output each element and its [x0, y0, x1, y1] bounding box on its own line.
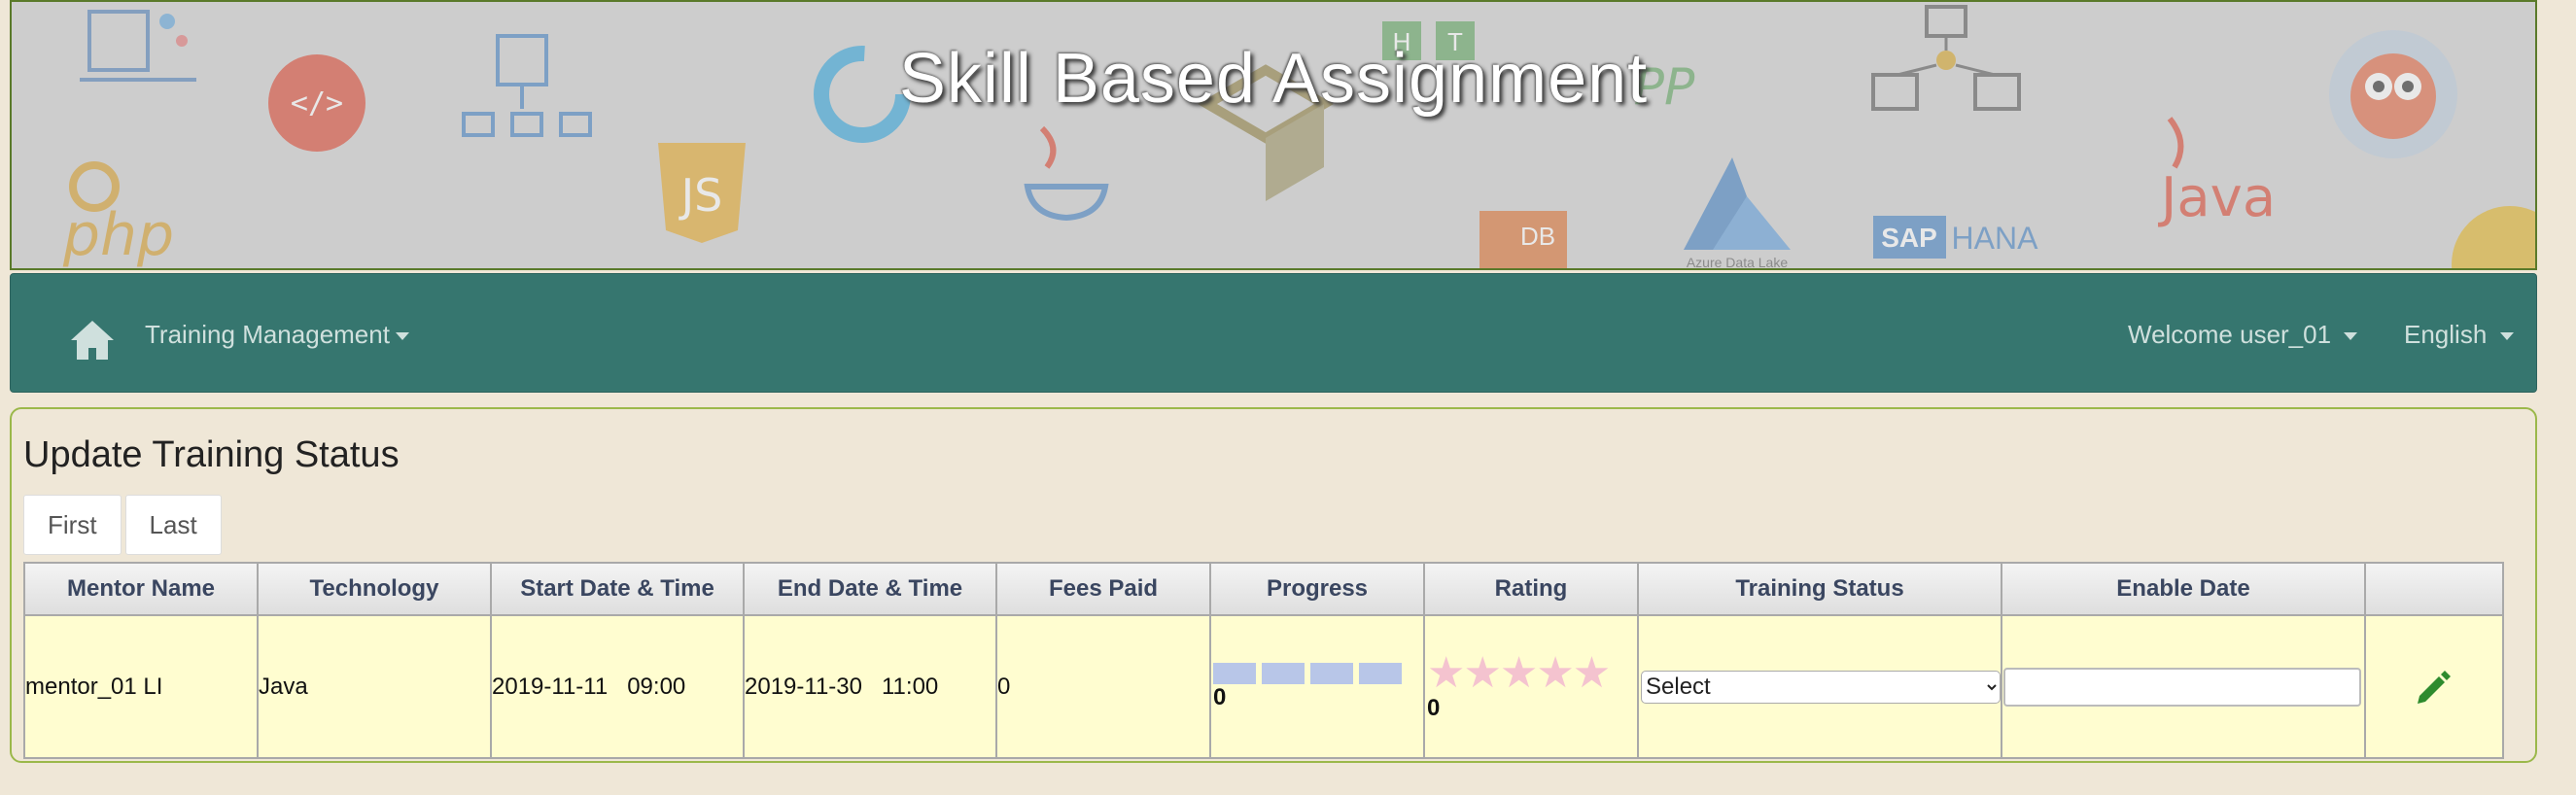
enable-date-input[interactable] — [2003, 667, 2361, 707]
last-page-button[interactable]: Last — [124, 495, 222, 555]
svg-text:SAP: SAP — [1881, 223, 1937, 253]
pagination: First Last — [23, 495, 226, 555]
chevron-down-icon — [2344, 332, 2358, 341]
progress-bar — [1213, 662, 1421, 684]
header-mentor-name: Mentor Name — [23, 562, 259, 616]
php-gear-icon: php — [62, 161, 174, 269]
progress-segment — [1359, 662, 1402, 684]
training-management-label: Training Management — [145, 320, 390, 349]
java-cup-icon — [1024, 125, 1109, 222]
training-status-select[interactable]: Select — [1641, 670, 2001, 704]
cell-fees-paid: 0 — [995, 614, 1211, 759]
update-training-panel: Update Training Status First Last Mentor… — [10, 407, 2537, 763]
cell-rating: ★★★★★ 0 — [1423, 614, 1639, 759]
progress-segment — [1262, 662, 1305, 684]
java-logo-icon: Java — [2158, 117, 2276, 229]
page-title: Update Training Status — [23, 434, 400, 475]
first-page-button[interactable]: First — [23, 495, 122, 555]
header-banner: </> php JS HT PP DB Azure Data Lake SAP … — [10, 0, 2537, 270]
header-fees-paid: Fees Paid — [995, 562, 1211, 616]
svg-text:HANA: HANA — [1952, 221, 2039, 256]
chart-logo-icon — [2452, 206, 2535, 268]
header-actions — [2364, 562, 2504, 616]
cell-training-status: Select — [1637, 614, 2002, 759]
header-end-date: End Date & Time — [743, 562, 997, 616]
svg-text:Azure Data Lake: Azure Data Lake — [1687, 255, 1788, 269]
header-enable-date: Enable Date — [2001, 562, 2366, 616]
database-icon: DB — [1479, 211, 1567, 268]
cell-actions — [2364, 614, 2504, 759]
rating-value: 0 — [1427, 694, 1441, 721]
svg-text:Java: Java — [2158, 166, 2276, 229]
pencil-icon[interactable] — [2414, 667, 2454, 708]
home-icon[interactable] — [61, 309, 123, 371]
azure-data-lake-icon: Azure Data Lake — [1684, 157, 1791, 269]
header-technology: Technology — [257, 562, 492, 616]
svg-text:php: php — [62, 201, 174, 269]
svg-text:JS: JS — [679, 169, 723, 222]
header-rating: Rating — [1423, 562, 1639, 616]
language-menu[interactable]: English — [2404, 309, 2514, 360]
language-label: English — [2404, 320, 2488, 349]
progress-value: 0 — [1213, 683, 1227, 710]
header-progress: Progress — [1209, 562, 1425, 616]
main-navbar: Training Management Welcome user_01 Engl… — [10, 273, 2537, 393]
progress-segment — [1213, 662, 1256, 684]
cell-end-date: 2019-11-30 11:00 — [743, 614, 997, 759]
cell-mentor-name: mentor_01 LI — [23, 614, 259, 759]
cell-start-date: 2019-11-11 09:00 — [490, 614, 745, 759]
progress-segment — [1310, 662, 1353, 684]
chevron-down-icon — [2499, 332, 2514, 341]
chevron-down-icon — [395, 332, 409, 341]
javascript-icon: JS — [658, 143, 746, 243]
cell-enable-date — [2001, 614, 2366, 759]
training-management-menu[interactable]: Training Management — [145, 309, 409, 360]
rating-stars[interactable]: ★★★★★ — [1427, 651, 1637, 695]
header-start-date: Start Date & Time — [490, 562, 745, 616]
svg-text:DB: DB — [1520, 222, 1555, 251]
sap-hana-icon: SAP HANA — [1873, 216, 2039, 259]
cell-progress: 0 — [1209, 614, 1425, 759]
cell-technology: Java — [257, 614, 492, 759]
table-header-row: Mentor Name Technology Start Date & Time… — [23, 562, 2504, 616]
welcome-label: Welcome user_01 — [2128, 320, 2332, 349]
training-table: Mentor Name Technology Start Date & Time… — [23, 562, 2504, 759]
table-row: mentor_01 LI Java 2019-11-11 09:00 2019-… — [23, 614, 2504, 759]
site-title: Skill Based Assignment — [898, 40, 1649, 118]
user-menu[interactable]: Welcome user_01 — [2128, 309, 2358, 360]
header-training-status: Training Status — [1637, 562, 2002, 616]
